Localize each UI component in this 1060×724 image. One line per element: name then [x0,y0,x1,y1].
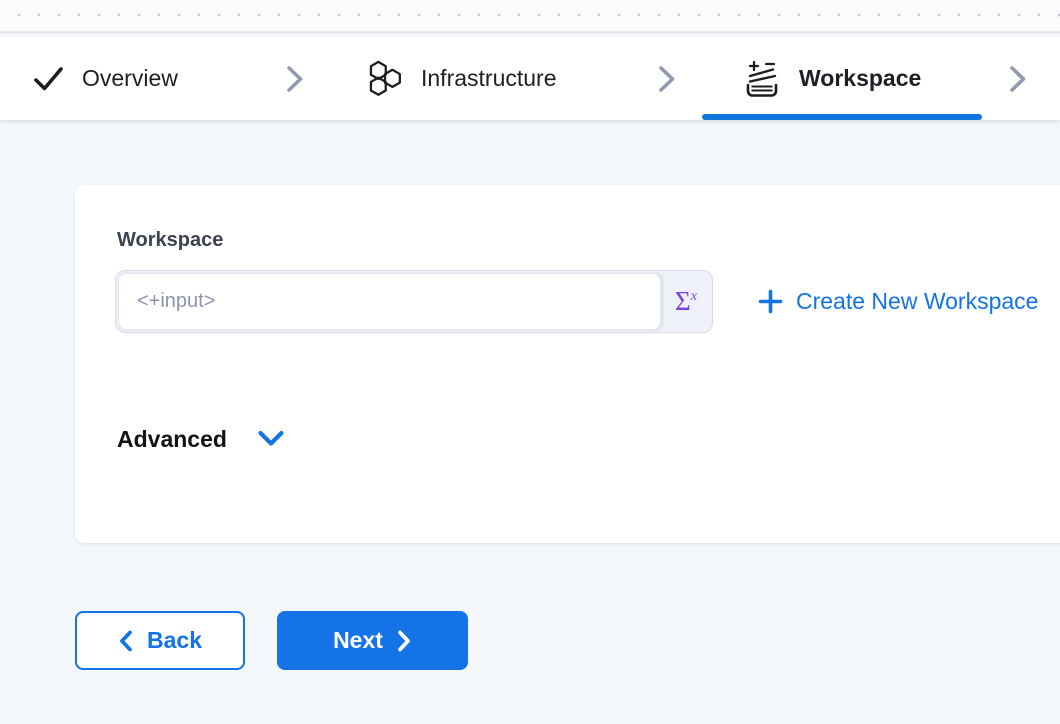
chevron-right-icon [397,629,412,653]
hexagons-icon [366,59,404,99]
chevron-right-icon [656,37,678,120]
chevron-left-icon [118,629,133,653]
advanced-toggle[interactable]: Advanced [117,421,285,457]
step-overview[interactable]: Overview [32,37,178,120]
advanced-label: Advanced [117,426,227,453]
step-workspace[interactable]: Workspace [742,37,921,120]
workspace-form-card: Workspace Σx Create New Workspace Advanc… [75,185,1060,543]
stack-icon [742,58,782,100]
create-workspace-link-label: Create New Workspace [796,288,1038,315]
step-label: Workspace [799,65,921,92]
step-label: Overview [82,65,178,92]
plus-icon [758,289,783,314]
chevron-right-icon [1007,37,1029,120]
check-icon [32,64,65,94]
chevron-right-icon [284,37,306,120]
chevron-down-icon [257,429,285,449]
step-label: Infrastructure [421,65,557,92]
next-button-label: Next [333,627,383,654]
workspace-field-label: Workspace [117,229,223,252]
wizard-stepper: Overview Infrastructure [0,37,1060,120]
workspace-input[interactable] [118,273,661,330]
workspace-input-group: Σx [115,270,713,333]
back-button-label: Back [147,627,202,654]
step-infrastructure[interactable]: Infrastructure [366,37,557,120]
back-button[interactable]: Back [75,611,245,670]
next-button[interactable]: Next [277,611,468,670]
workspace-wizard-screen: Overview Infrastructure [0,0,1060,724]
create-workspace-link[interactable]: Create New Workspace [758,284,1038,318]
dots-background [0,0,1060,34]
sigma-icon: Σx [675,288,697,315]
active-step-underline [702,114,982,120]
formula-button[interactable]: Σx [660,271,712,332]
